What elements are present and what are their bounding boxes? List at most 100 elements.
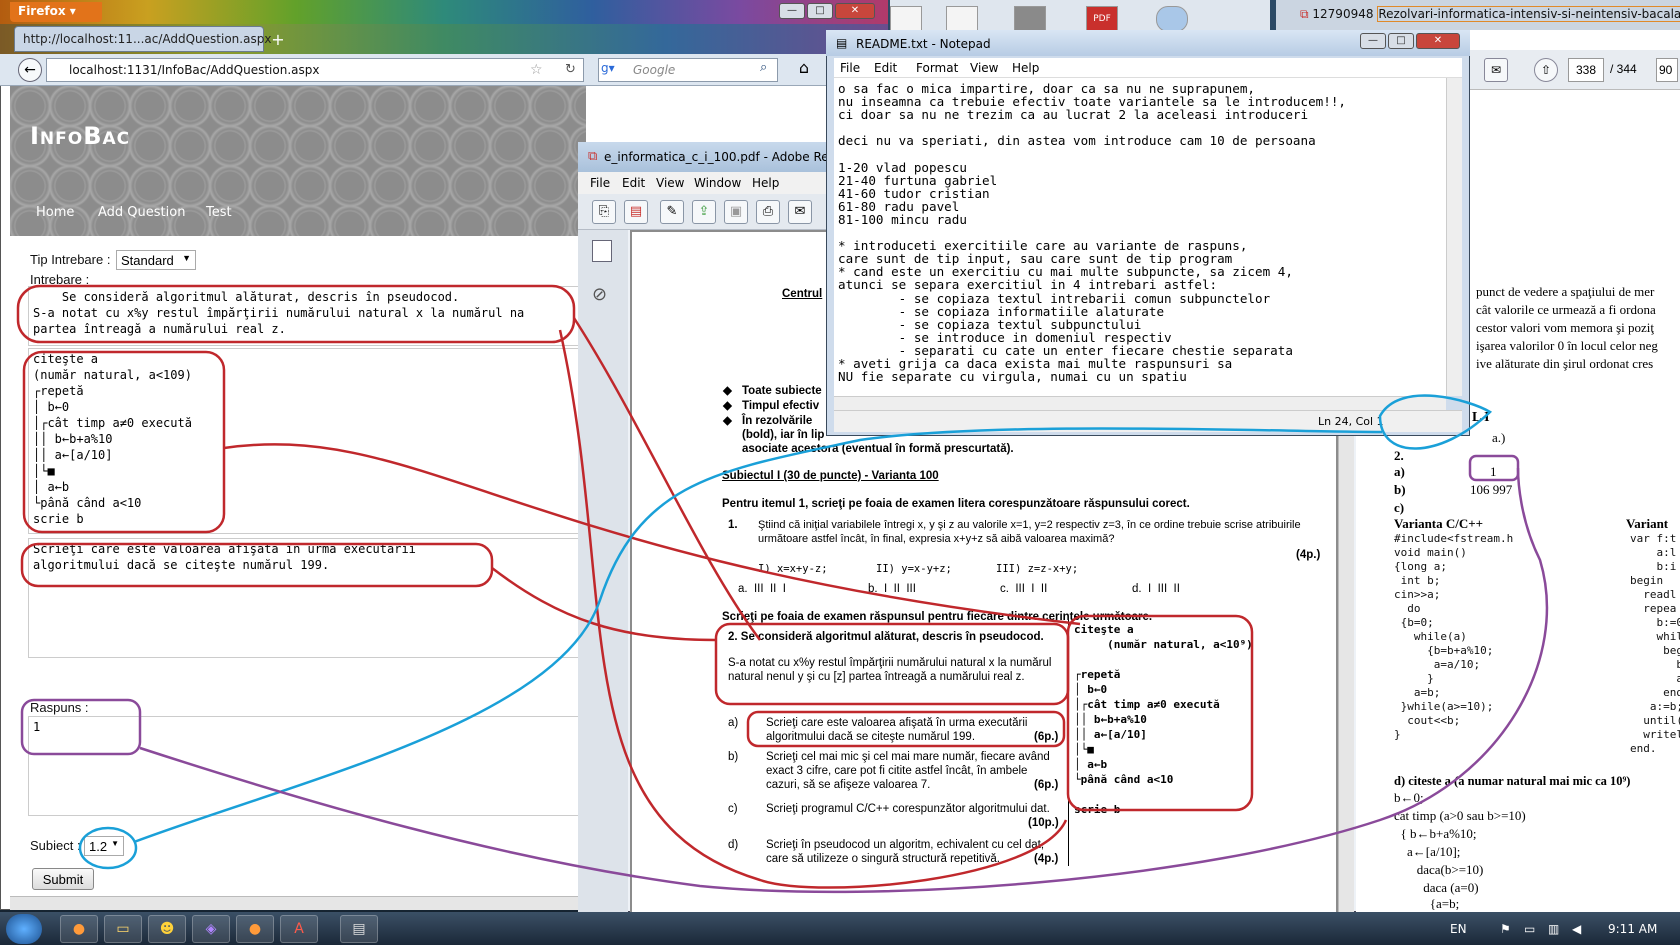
page-number-input[interactable]: 338 [1568,58,1604,82]
notepad-menu-edit[interactable]: Edit [874,61,897,75]
email-icon[interactable]: ✉ [788,200,812,224]
firefox-taskbar-icon[interactable]: ● [236,915,274,943]
intrebare-textarea[interactable]: Se consideră algoritmul alăturat, descri… [28,286,584,346]
pdf-bullet-text: Timpul efectiv [742,400,820,412]
pdf-qb-text: Scrieţi cel mai mic şi cel mai mare numă… [766,751,1050,791]
edit-icon[interactable]: ✎ [660,200,684,224]
print-icon[interactable]: ⎙ [756,200,780,224]
notepad-menu-file[interactable]: File [840,61,860,75]
firefox-titlebar [0,0,888,24]
submit-button[interactable]: Submit [32,868,94,890]
maximize-button[interactable]: □ [807,3,833,19]
subiect-select[interactable]: 1.2 ▼ [84,836,124,856]
language-indicator[interactable]: EN [1450,922,1467,936]
volume-icon[interactable]: ◀ [1572,922,1581,936]
clock[interactable]: 9:11 AM [1608,922,1657,936]
right-pdf-a2-value: 1 [1490,464,1497,479]
bookmark-star-icon[interactable]: ☆ [530,62,543,78]
search-icon[interactable]: ⌕ [760,60,767,75]
pdf-file-icon[interactable]: PDF [1086,6,1118,32]
home-icon[interactable]: ⌂ [792,58,816,82]
right-pdf-d-line: d) citeste a (a numar natural mai mic ca… [1394,774,1631,788]
notepad-menu-view[interactable]: View [970,61,998,75]
cerinta-textarea[interactable]: Scrieţi care este valoarea afişată în ur… [28,538,584,658]
browser-tab[interactable]: http://localhost:11...ac/AddQuestion.asp… [14,26,271,52]
page-total: / 344 [1610,62,1637,76]
pdf-q1-answer: c. III I II [1000,583,1048,595]
adobe-menu-edit[interactable]: Edit [622,176,645,190]
horizontal-scrollbar[interactable] [10,896,586,910]
attachment-icon[interactable]: ⊘ [592,284,607,305]
flag-icon[interactable]: ⚑ [1500,922,1511,936]
pdf-bullet-text: Toate subiecte [742,385,822,397]
right-pdf-a2: a) [1394,464,1405,479]
document-icon[interactable] [890,6,922,32]
right-pdf-code-c: #include<fstream.h void main() {long a; … [1394,532,1514,741]
right-pdf-pseudo-line: { b←b+a%10; [1394,826,1477,841]
screenshot-icon[interactable] [1014,6,1046,32]
adobe-menu-help[interactable]: Help [752,176,779,190]
notepad-horizontal-scrollbar[interactable] [834,396,1446,410]
network-icon[interactable]: ▥ [1548,922,1559,936]
address-bar[interactable]: localhost:1131/InfoBac/AddQuestion.aspx [46,58,584,82]
notepad-taskbar-icon[interactable]: ▤ [340,915,378,943]
raspuns-textarea[interactable]: 1 [28,716,584,816]
search-field[interactable]: Google [598,58,778,82]
pdf-asociate: asociate acestora (eventual în formă pre… [742,443,1014,455]
previous-page-icon[interactable]: ⇧ [1534,58,1558,82]
zoom-input[interactable]: 90 [1656,58,1678,82]
google-icon: g▾ [601,61,615,75]
email-icon[interactable]: ✉ [1484,58,1508,82]
messenger-icon[interactable]: ☻ [148,915,186,943]
monitor-icon[interactable]: ▭ [1524,922,1535,936]
start-button[interactable] [6,914,42,944]
network-icon[interactable] [1156,6,1188,32]
nav-add-question[interactable]: Add Question [98,205,185,220]
pdf-bullet: ◆ [723,385,732,397]
notepad-icon: ▤ [836,36,848,50]
pdf-bullet-text: În rezolvările [742,415,813,427]
notepad-text-area[interactable]: o sa fac o mica impartire, doar ca sa nu… [834,78,1446,396]
notepad-menubar: File Edit Format View Help [834,58,1462,78]
upload-icon[interactable]: ⇪ [692,200,716,224]
right-pdf-pseudo-line: cat timp (a>0 sau b>=10) [1394,808,1526,823]
tip-select[interactable]: Standard ▼ [116,250,196,270]
nav-test[interactable]: Test [206,205,232,220]
pdf-algorithm-box: citeşte a (număr natural, a<10⁹) ┌repetă… [1074,623,1253,816]
nav-home[interactable]: Home [36,205,74,220]
adobe-menu-view[interactable]: View [656,176,684,190]
minimize-button[interactable]: — [1360,33,1386,49]
visual-studio-icon[interactable]: ◈ [192,915,230,943]
adobe-menu-window[interactable]: Window [694,176,741,190]
new-tab-button[interactable]: + [268,30,288,50]
adobe-title: e_informatica_c_i_100.pdf - Adobe Reader [604,150,856,164]
notepad-menu-help[interactable]: Help [1012,61,1039,75]
document-icon[interactable] [946,6,978,32]
pdf-q1-points: (4p.) [1296,549,1321,561]
folder-icon[interactable]: ▭ [104,915,142,943]
pdf-qa-points: (6p.) [1034,731,1059,743]
combine-icon[interactable]: ▤ [624,200,648,224]
close-button[interactable]: ✕ [835,3,875,19]
pdf-icon: ⧉ [1300,7,1309,21]
notepad-menu-format[interactable]: Format [916,61,958,75]
algoritm-textarea[interactable]: citeşte a (număr natural, a<109) ┌repetă… [28,348,584,534]
tab-title: Rezolvari-informatica-intensiv-si-neinte… [1377,6,1680,22]
chevron-down-icon: ▼ [182,253,191,263]
firefox-menu-button[interactable]: Firefox ▾ [10,2,102,22]
close-button[interactable]: ✕ [1416,33,1460,49]
save-icon[interactable]: ▣ [724,200,748,224]
adobe-menu-file[interactable]: File [590,176,610,190]
create-pdf-icon[interactable]: ⎘ [592,200,616,224]
site-logo[interactable]: InfoBac [30,122,130,150]
maximize-button[interactable]: □ [1388,33,1414,49]
notepad-vertical-scrollbar[interactable] [1446,78,1462,396]
pdf-bullet: ◆ [723,415,732,427]
firefox-taskbar-icon[interactable]: ● [60,915,98,943]
reload-icon[interactable]: ↻ [565,62,576,77]
minimize-button[interactable]: — [779,3,805,19]
adobe-reader-icon[interactable]: A [280,915,318,943]
pages-panel-icon[interactable] [592,240,612,262]
back-button[interactable]: ← [18,58,42,82]
pdf-qd-text: Scrieţi în pseudocod un algoritm, echiva… [766,839,1045,865]
